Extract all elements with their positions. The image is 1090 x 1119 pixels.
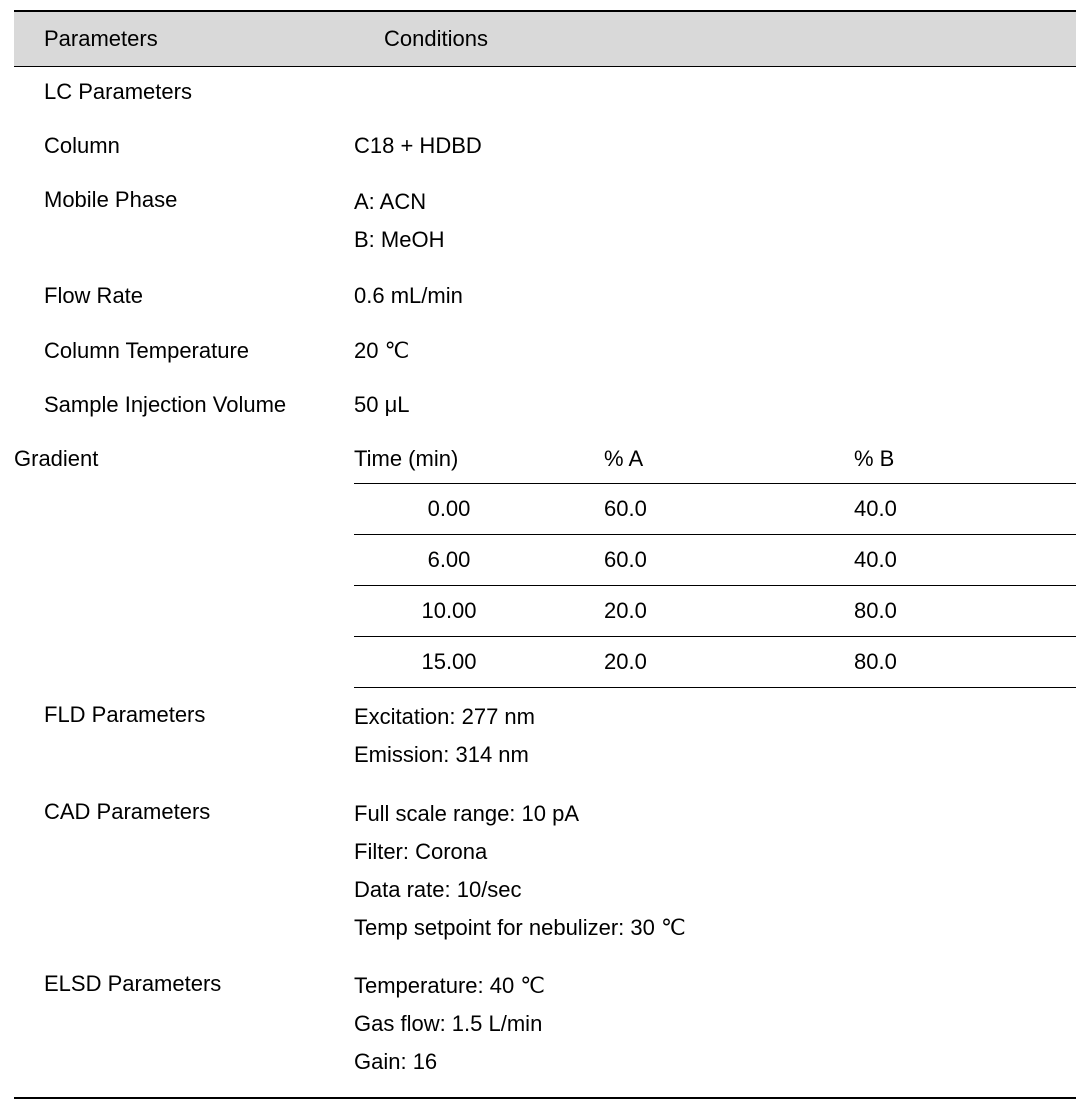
elsd-temperature: Temperature: 40 ℃ — [354, 967, 1066, 1005]
table-row: FLD Parameters Excitation: 277 nm Emissi… — [14, 688, 1076, 785]
table-row: LC Parameters — [14, 67, 1076, 120]
gradient-b: 80.0 — [854, 586, 1076, 637]
mobile-phase-value: A: ACN B: MeOH — [354, 173, 1076, 269]
gradient-header-a: % A — [604, 432, 854, 484]
gradient-b: 40.0 — [854, 484, 1076, 535]
flow-rate-label: Flow Rate — [14, 269, 354, 323]
column-temperature-label: Column Temperature — [14, 324, 354, 378]
lc-parameters-value — [354, 67, 1076, 120]
column-label: Column — [14, 119, 354, 173]
gradient-time: 6.00 — [354, 535, 604, 586]
table-row: CAD Parameters Full scale range: 10 pA F… — [14, 785, 1076, 957]
table-header-row: Parameters Conditions — [14, 11, 1076, 67]
cad-temp-setpoint: Temp setpoint for nebulizer: 30 ℃ — [354, 909, 1066, 947]
gradient-time: 15.00 — [354, 637, 604, 688]
table-row: ELSD Parameters Temperature: 40 ℃ Gas fl… — [14, 957, 1076, 1091]
elsd-parameters-value: Temperature: 40 ℃ Gas flow: 1.5 L/min Ga… — [354, 957, 1076, 1091]
gradient-row: 15.00 20.0 80.0 — [14, 637, 1076, 688]
table-row: Mobile Phase A: ACN B: MeOH — [14, 173, 1076, 269]
elsd-gain: Gain: 16 — [354, 1043, 1066, 1081]
gradient-time: 0.00 — [354, 484, 604, 535]
cad-parameters-value: Full scale range: 10 pA Filter: Corona D… — [354, 785, 1076, 957]
gradient-header-b: % B — [854, 432, 1076, 484]
table-row: Column Temperature 20 ℃ — [14, 324, 1076, 378]
table-bottom-rule — [14, 1091, 1076, 1098]
cad-filter: Filter: Corona — [354, 833, 1066, 871]
cad-full-scale-range: Full scale range: 10 pA — [354, 795, 1066, 833]
column-value: C18 + HDBD — [354, 119, 1076, 173]
gradient-b: 40.0 — [854, 535, 1076, 586]
mobile-phase-a: A: ACN — [354, 183, 1066, 221]
mobile-phase-b: B: MeOH — [354, 221, 1066, 259]
gradient-label: Gradient — [14, 432, 354, 484]
fld-parameters-label: FLD Parameters — [14, 688, 354, 785]
table-row: Flow Rate 0.6 mL/min — [14, 269, 1076, 323]
header-parameters: Parameters — [14, 11, 354, 67]
header-conditions: Conditions — [354, 11, 1076, 67]
fld-excitation: Excitation: 277 nm — [354, 698, 1066, 736]
flow-rate-value: 0.6 mL/min — [354, 269, 1076, 323]
gradient-row: 6.00 60.0 40.0 — [14, 535, 1076, 586]
cad-parameters-label: CAD Parameters — [14, 785, 354, 957]
elsd-parameters-label: ELSD Parameters — [14, 957, 354, 1091]
elsd-gas-flow: Gas flow: 1.5 L/min — [354, 1005, 1066, 1043]
gradient-row: 0.00 60.0 40.0 — [14, 484, 1076, 535]
table-row: Sample Injection Volume 50 μL — [14, 378, 1076, 432]
mobile-phase-label: Mobile Phase — [14, 173, 354, 269]
gradient-row: 10.00 20.0 80.0 — [14, 586, 1076, 637]
gradient-b: 80.0 — [854, 637, 1076, 688]
table-row: Column C18 + HDBD — [14, 119, 1076, 173]
cad-data-rate: Data rate: 10/sec — [354, 871, 1066, 909]
gradient-a: 20.0 — [604, 586, 854, 637]
lc-parameters-label: LC Parameters — [14, 67, 354, 120]
fld-emission: Emission: 314 nm — [354, 736, 1066, 774]
parameters-table: Parameters Conditions LC Parameters Colu… — [14, 10, 1076, 1099]
gradient-header-time: Time (min) — [354, 432, 604, 484]
fld-parameters-value: Excitation: 277 nm Emission: 314 nm — [354, 688, 1076, 785]
gradient-a: 20.0 — [604, 637, 854, 688]
column-temperature-value: 20 ℃ — [354, 324, 1076, 378]
gradient-a: 60.0 — [604, 535, 854, 586]
gradient-time: 10.00 — [354, 586, 604, 637]
sample-injection-volume-value: 50 μL — [354, 378, 1076, 432]
gradient-a: 60.0 — [604, 484, 854, 535]
sample-injection-volume-label: Sample Injection Volume — [14, 378, 354, 432]
gradient-header-row: Gradient Time (min) % A % B — [14, 432, 1076, 484]
